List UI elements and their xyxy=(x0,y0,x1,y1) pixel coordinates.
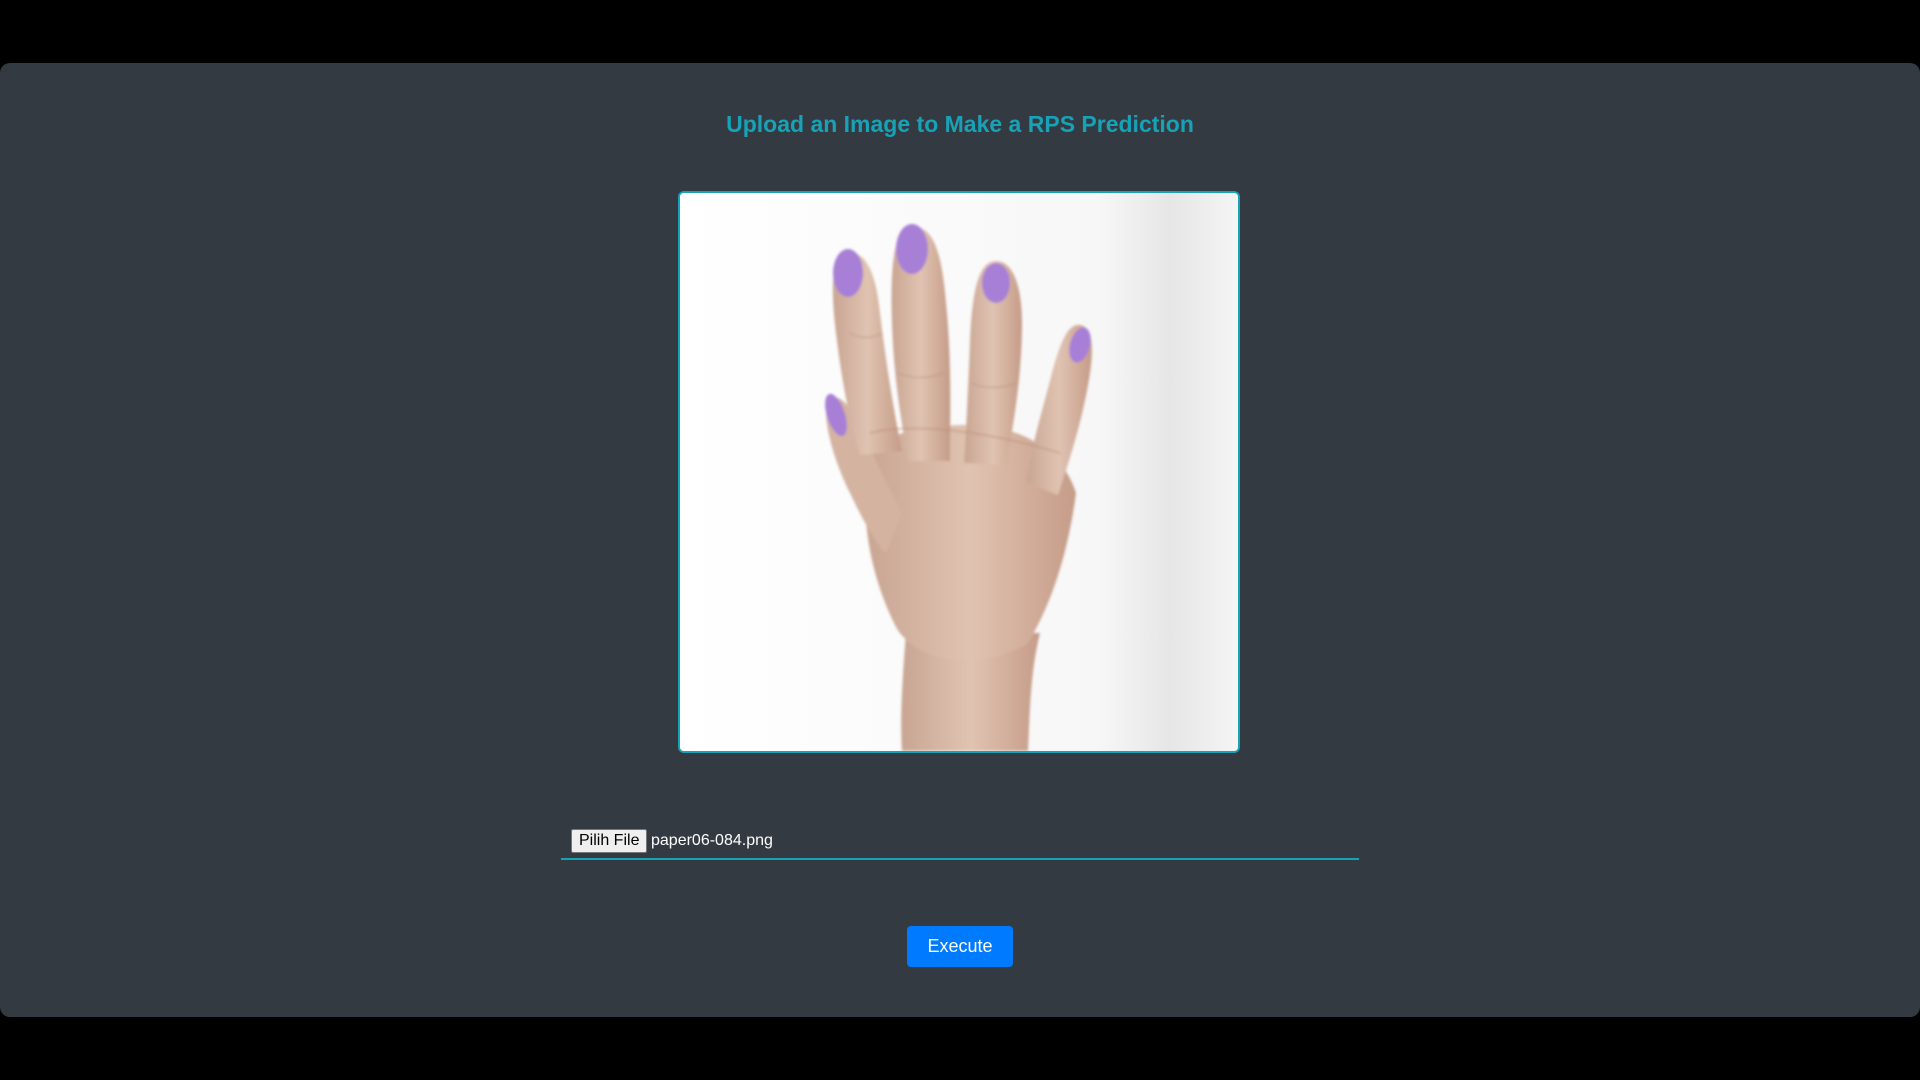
page-title: Upload an Image to Make a RPS Prediction xyxy=(726,111,1194,137)
main-panel: Upload an Image to Make a RPS Prediction xyxy=(0,63,1920,1017)
choose-file-button[interactable]: Pilih File xyxy=(571,829,648,853)
selected-file-name: paper06-084.png xyxy=(651,832,773,849)
hand-paper-image xyxy=(680,193,1238,751)
execute-button[interactable]: Execute xyxy=(907,926,1013,967)
file-upload-row: Pilih File paper06-084.png xyxy=(561,820,1359,860)
image-preview xyxy=(678,191,1240,753)
